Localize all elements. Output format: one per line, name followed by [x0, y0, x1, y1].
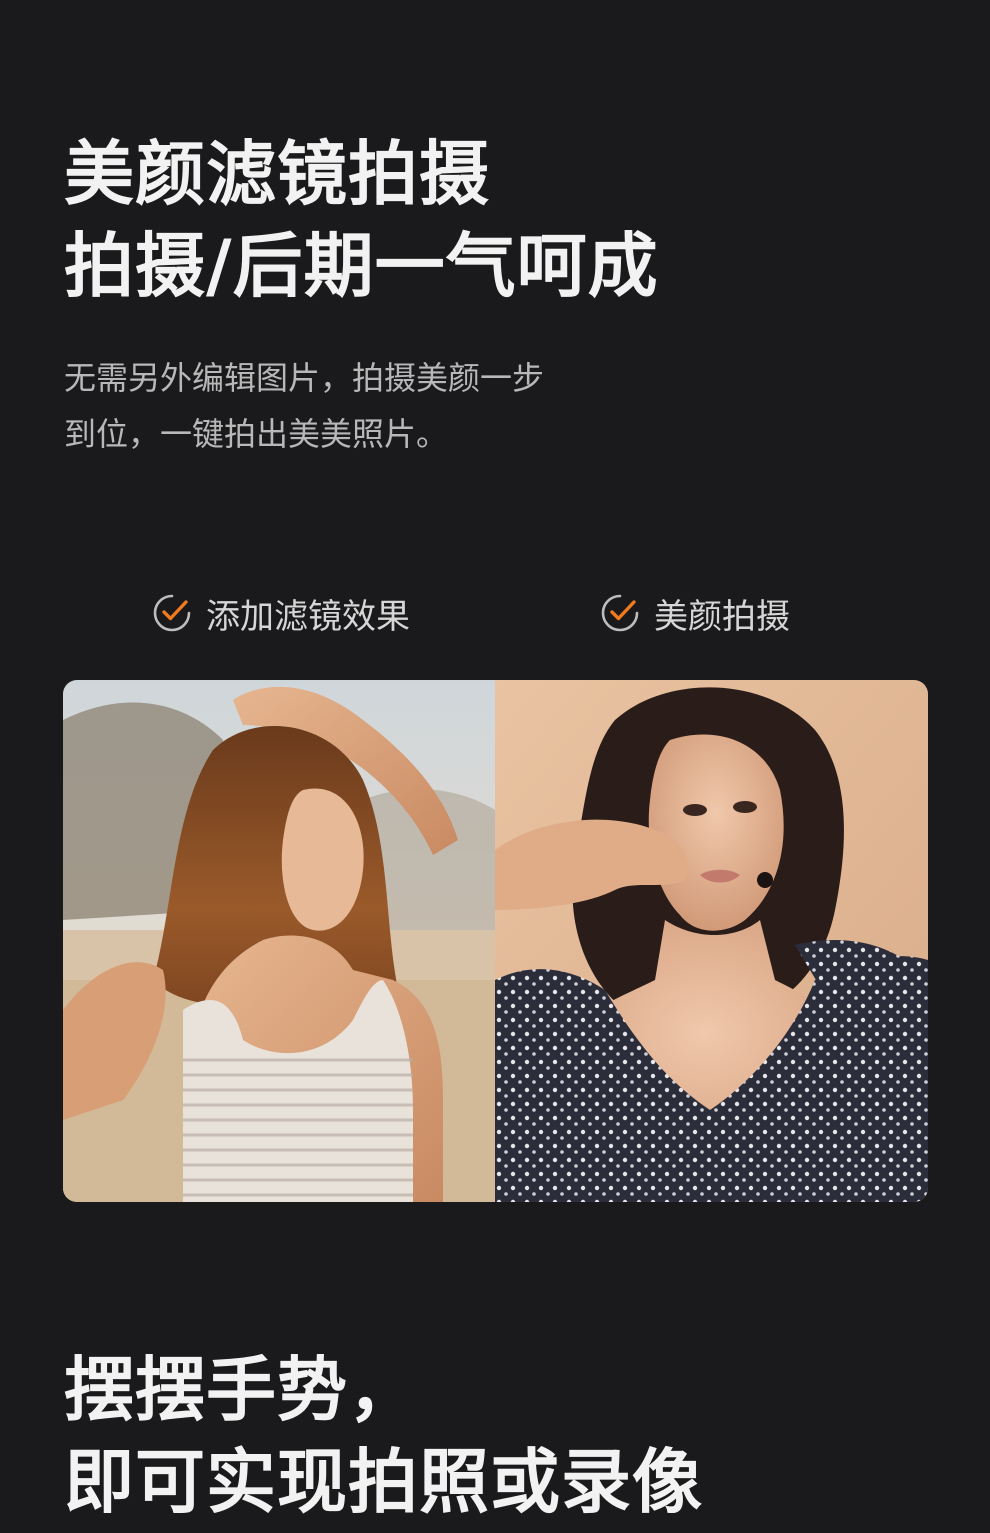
feature-beauty-shot: 美颜拍摄 — [600, 588, 790, 638]
filter-effect-photo — [63, 680, 495, 1202]
beauty-shot-photo — [495, 680, 928, 1202]
feature-label: 添加滤镜效果 — [206, 596, 410, 637]
section-title: 美颜滤镜拍摄 拍摄/后期一气呵成 — [64, 128, 659, 312]
gesture-title-line-1: 摆摆手势， — [64, 1349, 419, 1431]
section-description: 无需另外编辑图片，拍摄美颜一步 到位，一键拍出美美照片。 — [64, 350, 544, 462]
section-title-line-1: 美颜滤镜拍摄 — [64, 133, 490, 215]
description-line-1: 无需另外编辑图片，拍摄美颜一步 — [64, 359, 545, 397]
section-title-line-2: 拍摄/后期一气呵成 — [64, 225, 659, 307]
gesture-section-title: 摆摆手势， 即可实现拍照或录像 — [64, 1344, 703, 1528]
feature-filter-effect: 添加滤镜效果 — [152, 588, 410, 638]
check-circle-icon — [153, 594, 191, 632]
check-circle-icon — [601, 594, 639, 632]
comparison-photos — [63, 680, 928, 1202]
feature-label: 美颜拍摄 — [654, 596, 790, 637]
gesture-title-line-2: 即可实现拍照或录像 — [64, 1441, 703, 1523]
description-line-2: 到位，一键拍出美美照片。 — [64, 415, 449, 453]
